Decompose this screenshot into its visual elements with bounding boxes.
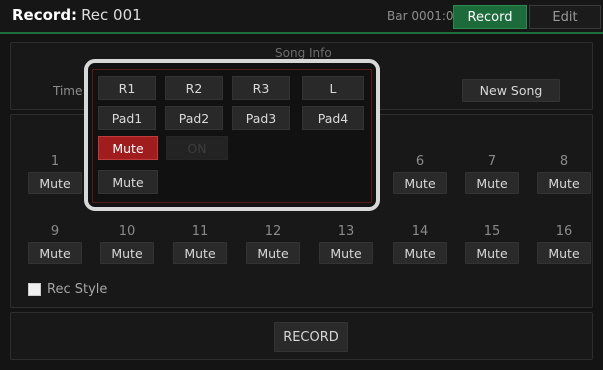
track-mute-button[interactable]: Mute xyxy=(465,172,519,194)
popup-pad1-button[interactable]: Pad1 xyxy=(98,106,156,130)
track-mute-button[interactable]: Mute xyxy=(537,172,591,194)
track-number: 6 xyxy=(415,154,425,169)
header-bar: Record: Rec 001 Bar 0001:01 Record Edit xyxy=(0,0,603,33)
track-number: 15 xyxy=(483,224,501,239)
track-mute-button[interactable]: Mute xyxy=(100,242,154,264)
track-number: 8 xyxy=(559,154,569,169)
page-title: Record: Rec 001 xyxy=(12,6,142,24)
track-mute-button[interactable]: Mute xyxy=(393,172,447,194)
rec-style-checkbox[interactable] xyxy=(28,283,41,296)
tab-record[interactable]: Record xyxy=(453,5,527,29)
track-mute-button[interactable]: Mute xyxy=(465,242,519,264)
popup-pad2-button[interactable]: Pad2 xyxy=(165,106,223,130)
track-mute-button[interactable]: Mute xyxy=(28,242,82,264)
popup-pad4-button[interactable]: Pad4 xyxy=(302,106,364,130)
bar-position: Bar 0001:01 xyxy=(387,9,462,23)
track-number: 13 xyxy=(337,224,355,239)
track-number: 14 xyxy=(411,224,429,239)
track-number: 11 xyxy=(191,224,209,239)
track-mute-button[interactable]: Mute xyxy=(537,242,591,264)
track-number: 12 xyxy=(264,224,282,239)
popup-r2-button[interactable]: R2 xyxy=(165,76,223,100)
track-mute-button[interactable]: Mute xyxy=(173,242,227,264)
track-number: 7 xyxy=(487,154,497,169)
track-number: 16 xyxy=(555,224,573,239)
title-label: Record: xyxy=(12,6,78,24)
record-button[interactable]: RECORD xyxy=(274,322,348,352)
track-number: 9 xyxy=(50,224,60,239)
header-divider xyxy=(0,32,603,34)
popup-pad3-button[interactable]: Pad3 xyxy=(232,106,290,130)
track-number: 1 xyxy=(50,154,60,169)
popup-on-button: ON xyxy=(166,136,228,160)
song-info-label: Song Info xyxy=(275,46,332,60)
popup-mute-active-button[interactable]: Mute xyxy=(98,136,158,160)
rec-style-label: Rec Style xyxy=(47,282,108,297)
rec-style-option[interactable]: Rec Style xyxy=(28,282,107,297)
popup-mute-button[interactable]: Mute xyxy=(98,170,158,194)
popup-l-button[interactable]: L xyxy=(302,76,364,100)
song-name: Rec 001 xyxy=(81,6,142,24)
track-mute-button[interactable]: Mute xyxy=(319,242,373,264)
time-label: Time xyxy=(53,84,83,98)
track-mute-button[interactable]: Mute xyxy=(393,242,447,264)
tab-edit[interactable]: Edit xyxy=(529,5,601,29)
track-mute-button[interactable]: Mute xyxy=(246,242,300,264)
track-number: 10 xyxy=(118,224,136,239)
track-mute-button[interactable]: Mute xyxy=(28,172,82,194)
popup-r1-button[interactable]: R1 xyxy=(98,76,156,100)
new-song-button[interactable]: New Song xyxy=(462,79,560,102)
popup-r3-button[interactable]: R3 xyxy=(232,76,290,100)
